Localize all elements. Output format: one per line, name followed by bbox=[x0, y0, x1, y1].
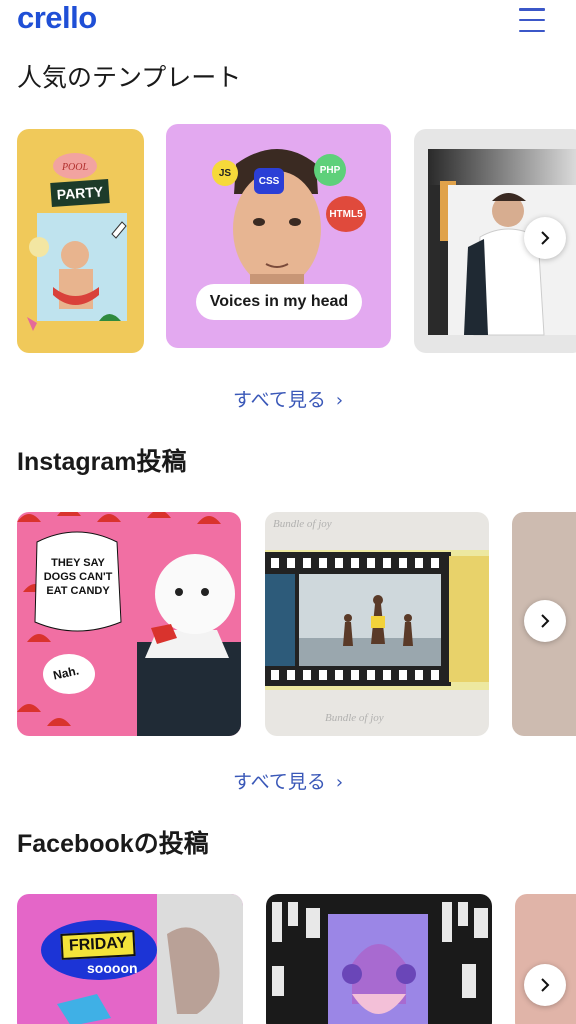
template-row-popular[interactable]: POOL PARTY JS CSS PHP HTML5 Voices in my… bbox=[0, 124, 576, 354]
see-all-link-instagram[interactable]: すべて見る › bbox=[0, 770, 576, 795]
bundle-of-joy-watermark-text: Bundle of joy bbox=[325, 712, 384, 724]
template-card-friday[interactable]: FRIDAY soooon bbox=[17, 894, 243, 1024]
chevron-right-icon: › bbox=[335, 772, 344, 793]
template-card-bundle-of-joy[interactable]: Bundle of joy Bundle of joy bbox=[265, 512, 489, 736]
php-chip: PHP bbox=[314, 154, 346, 186]
template-card-dogs-candy[interactable]: THEY SAY DOGS CAN'T EAT CANDY Nah. bbox=[17, 512, 241, 736]
see-all-label: すべて見る bbox=[232, 389, 326, 411]
see-all-label: すべて見る bbox=[232, 771, 326, 793]
template-row-instagram[interactable]: THEY SAY DOGS CAN'T EAT CANDY Nah. Bundl… bbox=[0, 510, 576, 738]
crello-logo[interactable]: crello bbox=[17, 0, 97, 36]
js-chip: JS bbox=[212, 160, 238, 186]
dogs-candy-artwork bbox=[17, 512, 241, 736]
menu-line bbox=[519, 8, 545, 11]
chevron-right-icon bbox=[541, 614, 550, 628]
menu-line bbox=[519, 29, 545, 32]
template-row-facebook[interactable]: FRIDAY soooon bbox=[0, 892, 576, 1024]
chevron-right-icon: › bbox=[335, 390, 344, 411]
bundle-of-joy-artwork bbox=[265, 550, 489, 690]
next-arrow-button[interactable] bbox=[524, 964, 566, 1006]
friday-label: FRIDAY bbox=[60, 930, 136, 960]
section-title-facebook: Facebookの投稿 bbox=[17, 830, 209, 858]
dogs-candy-caption: THEY SAY DOGS CAN'T EAT CANDY bbox=[43, 557, 113, 597]
soooon-label: soooon bbox=[87, 960, 138, 976]
hamburger-menu-icon[interactable] bbox=[519, 8, 545, 32]
chevron-right-icon bbox=[541, 978, 550, 992]
pool-text: POOL bbox=[61, 162, 89, 173]
next-arrow-button[interactable] bbox=[524, 600, 566, 642]
chevron-right-icon bbox=[541, 231, 550, 245]
bundle-of-joy-watermark-text: Bundle of joy bbox=[273, 518, 332, 530]
app-header: crello bbox=[0, 0, 576, 44]
see-all-link-popular[interactable]: すべて見る › bbox=[0, 388, 576, 413]
headphones-artwork bbox=[272, 902, 488, 1024]
pool-party-artwork: POOL PARTY bbox=[27, 153, 127, 331]
voices-caption: Voices in my head bbox=[196, 284, 362, 320]
template-card-headphones[interactable] bbox=[266, 894, 492, 1024]
section-title-instagram: Instagram投稿 bbox=[17, 448, 187, 476]
html5-chip: HTML5 bbox=[326, 196, 366, 232]
template-card-pool-party[interactable]: POOL PARTY bbox=[17, 129, 144, 353]
template-card-voices-in-my-head[interactable]: JS CSS PHP HTML5 Voices in my head bbox=[166, 124, 391, 348]
next-arrow-button[interactable] bbox=[524, 217, 566, 259]
menu-line bbox=[519, 18, 545, 22]
css-chip: CSS bbox=[254, 168, 284, 194]
party-text: PARTY bbox=[56, 183, 104, 202]
friday-artwork bbox=[41, 894, 243, 1024]
section-title-popular: 人気のテンプレート bbox=[17, 63, 242, 92]
